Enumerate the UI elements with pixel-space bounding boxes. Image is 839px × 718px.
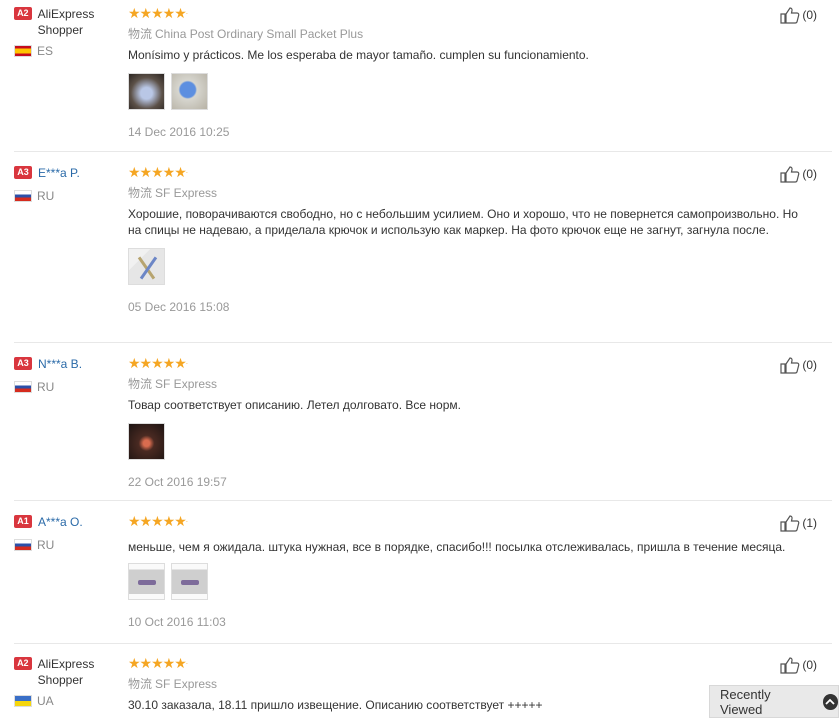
- like-count: (1): [802, 516, 817, 530]
- flag-ru-icon: [14, 381, 32, 393]
- flag-es-icon: [14, 45, 32, 57]
- country: RU: [14, 380, 124, 394]
- star-rating: ★★★★★·: [128, 5, 189, 21]
- country-code: ES: [37, 44, 54, 58]
- username[interactable]: N***a B.: [38, 356, 82, 372]
- like-button[interactable]: (0): [780, 656, 817, 674]
- review-user: A2 AliExpress Shopper UA: [14, 656, 124, 708]
- review-photo[interactable]: [171, 563, 208, 600]
- divider: [14, 643, 832, 644]
- review-photos: [128, 563, 808, 600]
- review-content: ★★★★★· 物流 SF Express 30.10 заказала, 18.1…: [128, 656, 808, 713]
- thumbs-up-icon: [780, 515, 800, 532]
- username[interactable]: E***a P.: [38, 165, 80, 181]
- country: RU: [14, 538, 124, 552]
- review-photo[interactable]: [171, 73, 208, 110]
- review-photos: [128, 248, 808, 285]
- country: UA: [14, 694, 124, 708]
- like-count: (0): [802, 8, 817, 22]
- shipping-method: 物流 SF Express: [128, 677, 218, 691]
- like-count: (0): [802, 358, 817, 372]
- level-badge: A3: [14, 357, 32, 370]
- review-text: Хорошие, поворачиваются свободно, но с н…: [128, 207, 798, 237]
- like-button[interactable]: (0): [780, 356, 817, 374]
- review-user: A2 AliExpress Shopper ES: [14, 6, 124, 58]
- level-badge: A2: [14, 657, 32, 670]
- recently-viewed-button[interactable]: Recently Viewed: [709, 685, 839, 718]
- thumbs-up-icon: [780, 357, 800, 374]
- thumbs-up-icon: [780, 166, 800, 183]
- recently-viewed-label: Recently Viewed: [720, 686, 771, 717]
- review-photo[interactable]: [128, 423, 165, 460]
- flag-ru-icon: [14, 190, 32, 202]
- review-date: 22 Oct 2016 19:57: [128, 475, 227, 489]
- shipping-method: 物流 SF Express: [128, 186, 218, 200]
- thumbs-up-icon: [780, 7, 800, 24]
- shipping-method: 物流 SF Express: [128, 377, 218, 391]
- review-text: Товар соответствует описанию. Летел долг…: [128, 398, 461, 412]
- divider: [14, 342, 832, 343]
- country-code: RU: [37, 189, 55, 203]
- thumbs-up-icon: [780, 657, 800, 674]
- username: AliExpress Shopper: [37, 657, 95, 687]
- like-button[interactable]: (0): [780, 165, 817, 183]
- review-date: 14 Dec 2016 10:25: [128, 125, 230, 139]
- review-content: ★★★★★· 物流 China Post Ordinary Small Packe…: [128, 6, 808, 140]
- country: RU: [14, 189, 124, 203]
- review-user: A3 N***a B. RU: [14, 356, 124, 394]
- star-rating: ★★★★★·: [128, 355, 189, 371]
- level-badge: A3: [14, 166, 32, 179]
- country-code: RU: [37, 538, 55, 552]
- review-text: Monísimo y prácticos. Me los esperaba de…: [128, 48, 589, 62]
- review-user: A3 E***a P. RU: [14, 165, 124, 203]
- like-button[interactable]: (0): [780, 6, 817, 24]
- country-code: UA: [37, 694, 54, 708]
- review-photo[interactable]: [128, 563, 165, 600]
- country-code: RU: [37, 380, 55, 394]
- review-text: меньше, чем я ожидала. штука нужная, все…: [128, 540, 786, 554]
- review-text: 30.10 заказала, 18.11 пришло извещение. …: [128, 698, 543, 712]
- review-content: ★★★★★· меньше, чем я ожидала. штука нужн…: [128, 514, 808, 630]
- star-rating: ★★★★★·: [128, 655, 189, 671]
- chevron-up-icon: [822, 693, 838, 710]
- review-photos: [128, 423, 808, 460]
- review-photos: [128, 73, 808, 110]
- level-badge: A1: [14, 515, 32, 528]
- star-rating: ★★★★★·: [128, 164, 189, 180]
- divider: [14, 500, 832, 501]
- divider: [14, 151, 832, 152]
- like-button[interactable]: (1): [780, 514, 817, 532]
- shipping-method: 物流 China Post Ordinary Small Packet Plus: [128, 27, 364, 41]
- like-count: (0): [802, 658, 817, 672]
- star-rating: ★★★★★·: [128, 513, 189, 529]
- review-date: 10 Oct 2016 11:03: [128, 615, 226, 629]
- level-badge: A2: [14, 7, 32, 20]
- review-photo[interactable]: [128, 248, 165, 285]
- country: ES: [14, 44, 124, 58]
- flag-ua-icon: [14, 695, 32, 707]
- review-photo[interactable]: [128, 73, 165, 110]
- username: AliExpress Shopper: [37, 7, 95, 37]
- flag-ru-icon: [14, 539, 32, 551]
- review-date: 05 Dec 2016 15:08: [128, 300, 230, 314]
- like-count: (0): [802, 167, 817, 181]
- username[interactable]: A***a O.: [38, 514, 83, 530]
- review-content: ★★★★★· 物流 SF Express Хорошие, поворачиваю…: [128, 165, 808, 315]
- review-user: A1 A***a O. RU: [14, 514, 124, 552]
- review-content: ★★★★★· 物流 SF Express Товар соответствует …: [128, 356, 808, 490]
